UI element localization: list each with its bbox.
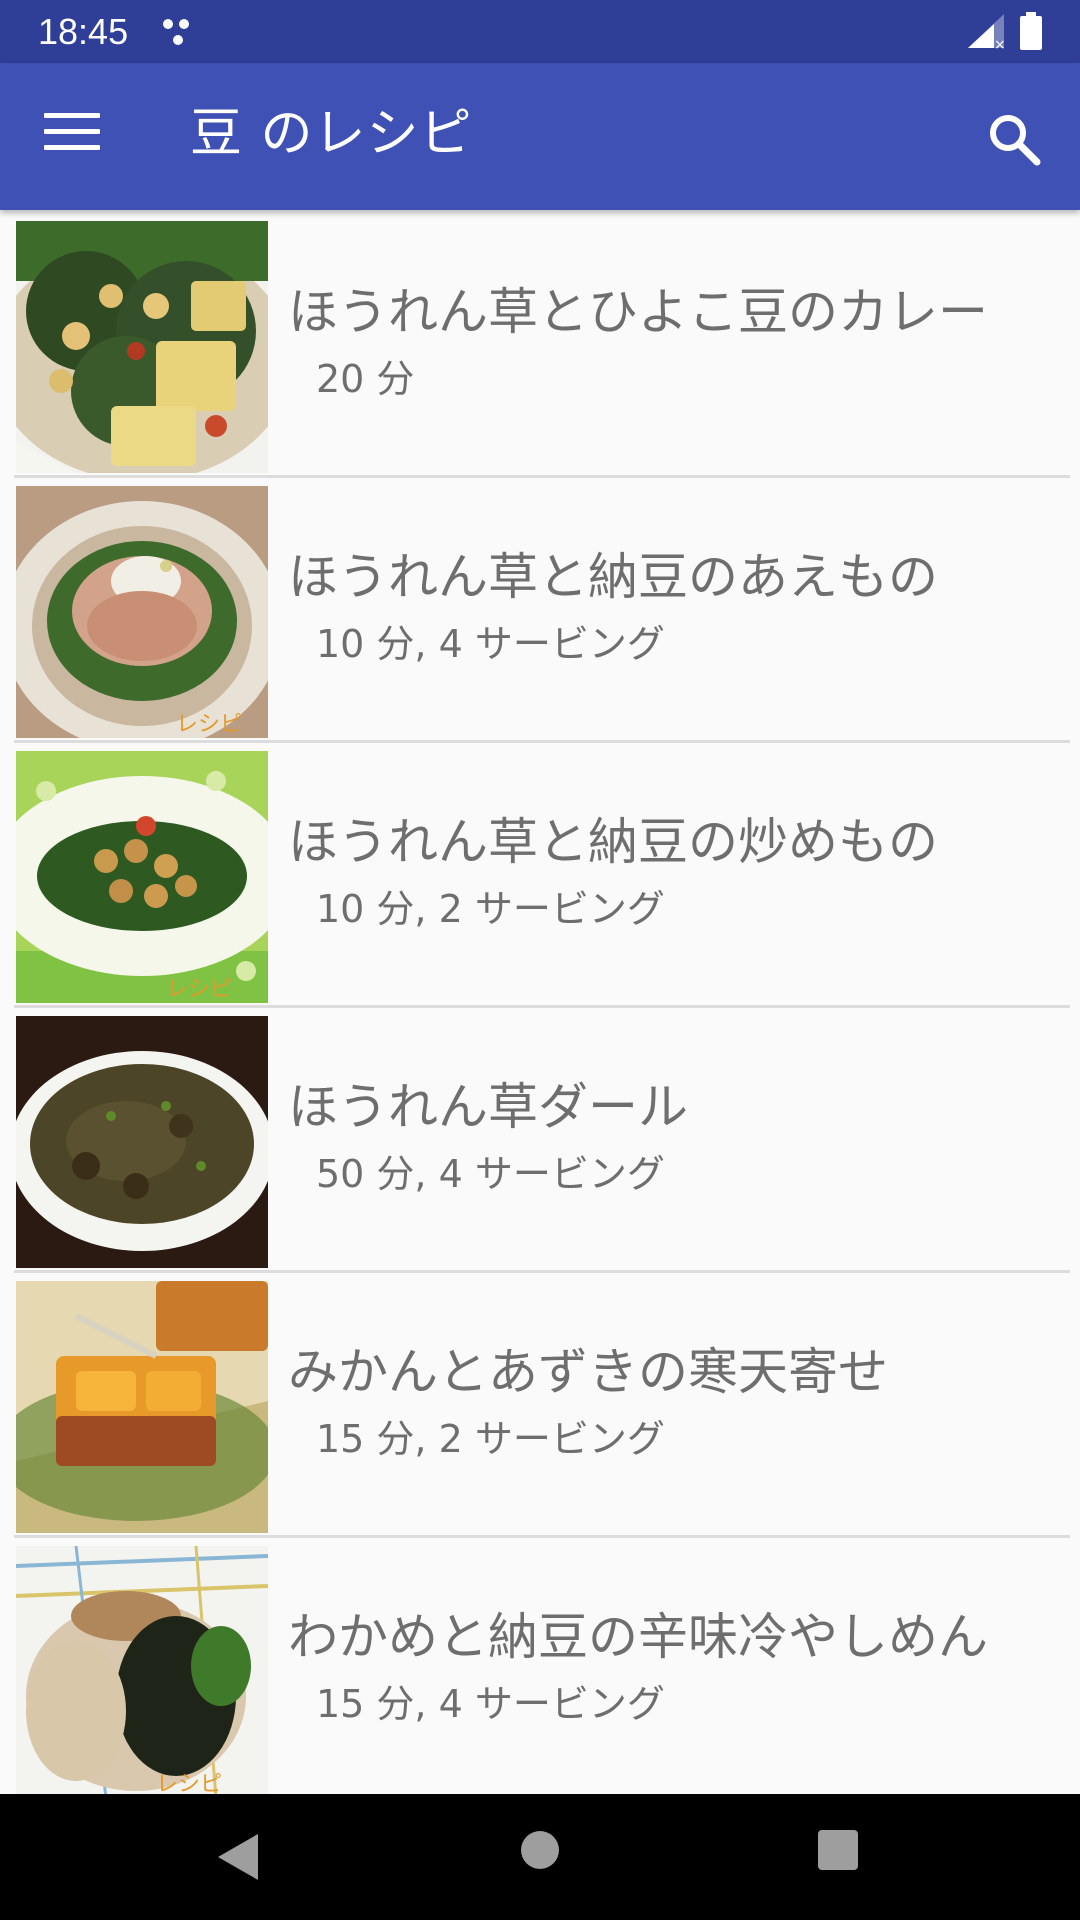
recipe-image: レシピ (16, 486, 268, 738)
signal-icon: × (968, 14, 1006, 50)
recipe-title: わかめと納豆の辛味冷やしめん (288, 1608, 988, 1666)
recipe-title: みかんとあずきの寒天寄せ (288, 1343, 888, 1401)
navigation-bar (0, 1794, 1080, 1920)
app-bar: 豆 のレシピ (0, 63, 1080, 210)
svg-text:×: × (994, 37, 1006, 50)
svg-text:レシピ: レシピ (156, 1772, 222, 1794)
recipe-title: ほうれん草ダール (288, 1078, 688, 1136)
list-item[interactable]: レシピ わかめと納豆の辛味冷やしめん 15 分, 4 サービング (0, 1535, 1080, 1794)
list-item[interactable]: みかんとあずきの寒天寄せ 15 分, 2 サービング (0, 1270, 1080, 1535)
recipe-meta: 15 分, 4 サービング (316, 1682, 665, 1726)
recipe-image (16, 221, 268, 473)
recipe-image (16, 1016, 268, 1268)
back-icon[interactable] (216, 1832, 260, 1882)
search-icon[interactable] (986, 111, 1042, 167)
svg-text:レシピ: レシピ (166, 977, 232, 1002)
battery-icon (1020, 12, 1042, 50)
list-item[interactable]: ほうれん草ダール 50 分, 4 サービング (0, 1005, 1080, 1270)
status-time: 18:45 (38, 11, 129, 52)
recipe-meta: 50 分, 4 サービング (316, 1152, 665, 1196)
list-item[interactable]: ほうれん草とひよこ豆のカレー 20 分 (0, 210, 1080, 475)
recipe-meta: 10 分, 4 サービング (316, 622, 665, 666)
svg-text:レシピ: レシピ (176, 712, 242, 737)
list-item[interactable]: レシピ ほうれん草と納豆のあえもの 10 分, 4 サービング (0, 475, 1080, 740)
home-icon[interactable] (520, 1830, 560, 1870)
page-title: 豆 のレシピ (190, 104, 473, 164)
recipe-image (16, 1281, 268, 1533)
recents-icon[interactable] (818, 1830, 858, 1870)
recipe-list[interactable]: ほうれん草とひよこ豆のカレー 20 分 レシピ ほうれん草と納豆のあえもの 10… (0, 210, 1080, 1794)
recipe-image: レシピ (16, 1546, 268, 1794)
notification-dots-icon (163, 19, 189, 45)
status-bar: 18:45 × (0, 0, 1080, 63)
recipe-meta: 10 分, 2 サービング (316, 887, 665, 931)
recipe-title: ほうれん草と納豆のあえもの (288, 548, 938, 606)
menu-icon[interactable] (44, 113, 100, 157)
list-item[interactable]: レシピ ほうれん草と納豆の炒めもの 10 分, 2 サービング (0, 740, 1080, 1005)
recipe-title: ほうれん草とひよこ豆のカレー (288, 283, 988, 341)
recipe-title: ほうれん草と納豆の炒めもの (288, 813, 938, 871)
recipe-meta: 20 分 (316, 357, 415, 401)
recipe-image: レシピ (16, 751, 268, 1003)
recipe-meta: 15 分, 2 サービング (316, 1417, 665, 1461)
